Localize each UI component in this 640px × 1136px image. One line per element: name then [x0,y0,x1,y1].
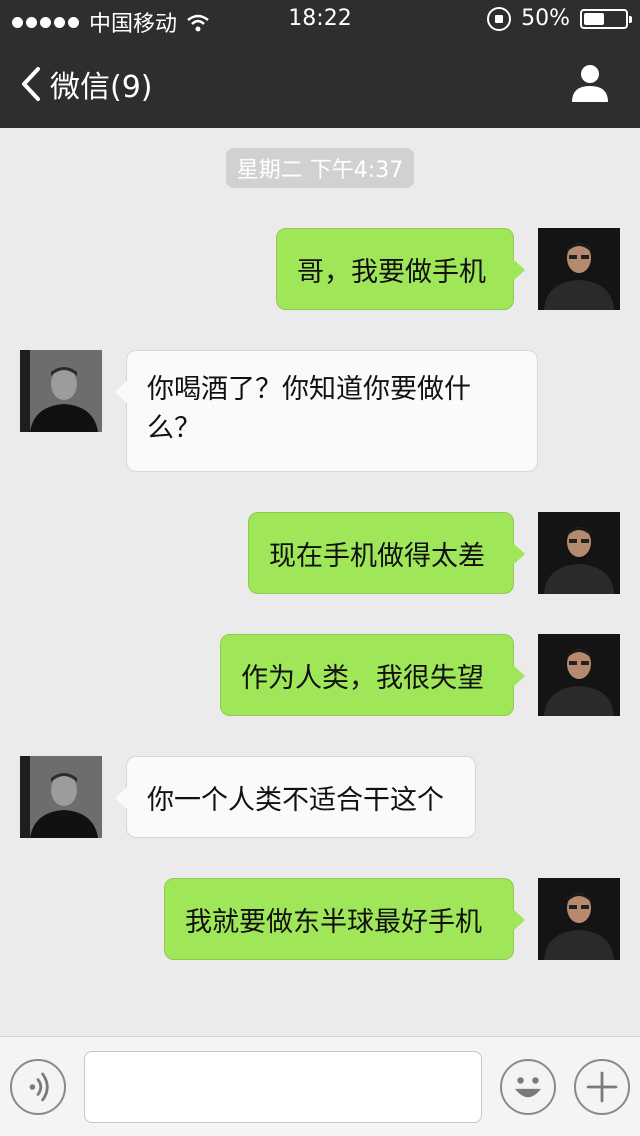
chevron-left-icon [22,67,40,101]
avatar-self[interactable] [538,634,620,716]
avatar-self[interactable] [538,228,620,310]
top-bar: 中国移动 18:22 50% 微信(9) [0,0,640,128]
avatar-contact[interactable] [20,350,102,432]
message-bubble-sent[interactable]: 现在手机做得太差 [248,512,525,594]
message-text: 作为人类，我很失望 [241,662,484,694]
message-bubble-received[interactable]: 你喝酒了？你知道你要做什么？ [115,350,538,472]
avatar-self[interactable] [538,512,620,594]
battery-fill [584,12,604,25]
navigation-bar: 微信(9) [0,40,640,128]
voice-icon [29,1072,49,1102]
avatar-contact[interactable] [20,756,102,838]
message-text: 我就要做东半球最好手机 [185,906,482,938]
message-text: 哥，我要做手机 [297,256,486,288]
back-button[interactable]: 微信(9) [18,62,153,106]
message-text: 你喝酒了？你知道你要做什么？ [147,374,471,444]
input-bar [0,1036,640,1136]
battery-percent: 50% [521,6,570,31]
battery-icon [580,8,632,29]
message-input[interactable] [84,1051,482,1123]
emoji-button[interactable] [500,1059,556,1115]
plus-icon [586,1071,618,1103]
message-bubble-sent[interactable]: 我就要做东半球最好手机 [164,878,525,960]
timestamp-badge: 星期二 下午4:37 [226,148,414,188]
back-label: 微信(9) [50,70,153,105]
chat-screen: 中国移动 18:22 50% 微信(9) 星期二 下午4:37 哥，我要做手机 … [0,0,640,1136]
message-bubble-received[interactable]: 你一个人类不适合干这个 [115,756,476,838]
message-bubble-sent[interactable]: 哥，我要做手机 [276,228,525,310]
chat-area[interactable]: 星期二 下午4:37 哥，我要做手机 你喝酒了？你知道你要做什么？ 现在手机做得… [0,128,640,1036]
message-text: 现在手机做得太差 [269,540,485,572]
plus-button[interactable] [574,1059,630,1115]
avatar-self[interactable] [538,878,620,960]
status-bar: 中国移动 18:22 50% [0,0,640,40]
message-bubble-sent[interactable]: 作为人类，我很失望 [220,634,525,716]
message-text: 你一个人类不适合干这个 [147,784,444,816]
emoji-icon [515,1077,541,1098]
rotation-lock-icon [487,6,512,31]
voice-button[interactable] [10,1059,66,1115]
person-icon[interactable] [570,62,610,102]
